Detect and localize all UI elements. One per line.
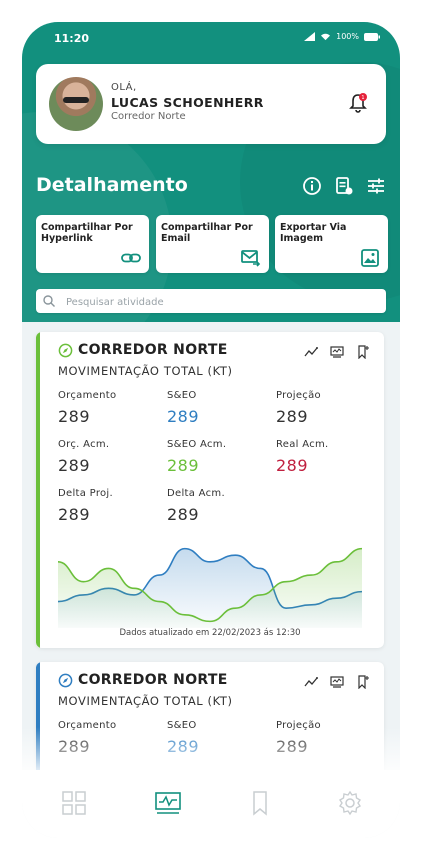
image-icon — [361, 249, 379, 267]
metric-label: Projeção — [276, 390, 321, 401]
bottom-nav — [22, 770, 400, 838]
share-options: Compartilhar Por Hyperlink Compartilhar … — [36, 215, 388, 273]
share-email-label: Compartilhar Por Email — [161, 222, 253, 244]
card-actions — [304, 674, 370, 690]
metric-orcamento: Orçamento 289 — [58, 390, 116, 426]
metric-delta-proj: Delta Proj. 289 — [58, 488, 113, 524]
tab-bookmarks[interactable] — [246, 790, 274, 816]
grid-icon — [62, 791, 86, 815]
share-hyperlink-label: Compartilhar Por Hyperlink — [41, 222, 133, 244]
battery-icon — [364, 32, 380, 41]
card-actions — [304, 344, 370, 360]
profile-card[interactable]: OLÁ, LUCAS SCHOENHERR Corredor Norte 1 — [36, 64, 386, 144]
tab-dashboard[interactable] — [60, 790, 88, 816]
card-header: CORREDOR NORTE — [58, 342, 228, 358]
corridor-card[interactable]: CORREDOR NORTE MOVIMENTAÇÃO TOTAL (KT) O… — [36, 332, 384, 648]
card-header: CORREDOR NORTE — [58, 672, 228, 688]
user-role: Corredor Norte — [111, 111, 186, 122]
updated-timestamp: Dados atualizado em 22/02/2023 ás 12:30 — [119, 628, 301, 638]
metric-value: 289 — [58, 505, 91, 524]
metric-delta-acm: Delta Acm. 289 — [167, 488, 225, 524]
section-actions — [302, 176, 386, 196]
status-bar: 11:20 100% — [54, 32, 380, 48]
wifi-icon — [321, 33, 331, 41]
trend-icon[interactable] — [304, 674, 318, 688]
greeting-text: OLÁ, — [111, 82, 137, 93]
bookmark-add-icon[interactable] — [356, 344, 370, 360]
card-accent-bar — [36, 332, 40, 648]
card-title: CORREDOR NORTE — [78, 342, 228, 358]
export-image-button[interactable]: Exportar Via Imagem — [275, 215, 388, 273]
metric-value: 289 — [276, 407, 309, 426]
notification-button[interactable]: 1 — [348, 92, 368, 114]
notification-count: 1 — [361, 95, 364, 101]
metric-value: 289 — [167, 456, 200, 475]
search-bar[interactable] — [36, 289, 386, 313]
metric-value: 289 — [167, 407, 200, 426]
metric-projecao: Projeção 289 — [276, 390, 321, 426]
status-indicators: 100% — [304, 32, 380, 41]
report-icon[interactable] — [334, 176, 354, 196]
metric-value: 289 — [276, 456, 309, 475]
scroll-fade — [22, 727, 400, 775]
avatar[interactable] — [49, 77, 103, 131]
metric-real-acm: Real Acm. 289 — [276, 439, 329, 475]
tab-charts[interactable] — [153, 790, 181, 816]
email-forward-icon — [241, 250, 261, 267]
header-background: 11:20 100% OLÁ, LUCAS SCHOENHERR Corredo… — [22, 22, 400, 322]
search-input[interactable] — [64, 292, 368, 312]
status-time: 11:20 — [54, 32, 90, 45]
metric-value: 289 — [167, 505, 200, 524]
metric-label: Real Acm. — [276, 439, 329, 450]
share-email-button[interactable]: Compartilhar Por Email — [156, 215, 269, 273]
metric-seo: S&EO 289 — [167, 390, 199, 426]
card-subtitle: MOVIMENTAÇÃO TOTAL (KT) — [58, 364, 233, 378]
metric-orc-acm: Orç. Acm. 289 — [58, 439, 109, 475]
phone-screen: 11:20 100% OLÁ, LUCAS SCHOENHERR Corredo… — [22, 22, 400, 838]
filter-icon[interactable] — [366, 176, 386, 196]
metric-label: Orç. Acm. — [58, 439, 110, 450]
export-image-label: Exportar Via Imagem — [280, 222, 347, 244]
compass-icon — [58, 673, 73, 687]
info-icon[interactable] — [302, 176, 322, 196]
monitor-chart-icon[interactable] — [330, 674, 344, 688]
section-title: Detalhamento — [36, 174, 188, 196]
monitor-chart-icon[interactable] — [330, 344, 344, 358]
trend-chart — [58, 547, 362, 628]
metric-label: Orçamento — [58, 390, 117, 401]
link-icon — [121, 253, 141, 263]
metric-value: 289 — [58, 407, 91, 426]
compass-icon — [58, 343, 73, 357]
metric-seo-acm: S&EO Acm. 289 — [167, 439, 226, 475]
tab-settings[interactable] — [336, 790, 364, 816]
trend-icon[interactable] — [304, 344, 318, 358]
settings-icon — [339, 790, 361, 816]
chart-icon — [155, 792, 181, 814]
bookmark-add-icon[interactable] — [356, 674, 370, 690]
metric-label: S&EO — [167, 390, 197, 401]
battery-percent: 100% — [336, 32, 359, 41]
card-subtitle: MOVIMENTAÇÃO TOTAL (KT) — [58, 694, 233, 708]
metric-label: Delta Proj. — [58, 488, 113, 499]
metric-value: 289 — [58, 456, 91, 475]
search-icon — [43, 295, 55, 307]
share-hyperlink-button[interactable]: Compartilhar Por Hyperlink — [36, 215, 149, 273]
user-name: LUCAS SCHOENHERR — [111, 95, 264, 110]
metric-label: S&EO Acm. — [167, 439, 227, 450]
metric-label: Delta Acm. — [167, 488, 225, 499]
bell-icon: 1 — [349, 93, 367, 113]
card-title: CORREDOR NORTE — [78, 672, 228, 688]
signal-icon — [304, 32, 316, 41]
bookmark-icon — [253, 791, 267, 816]
